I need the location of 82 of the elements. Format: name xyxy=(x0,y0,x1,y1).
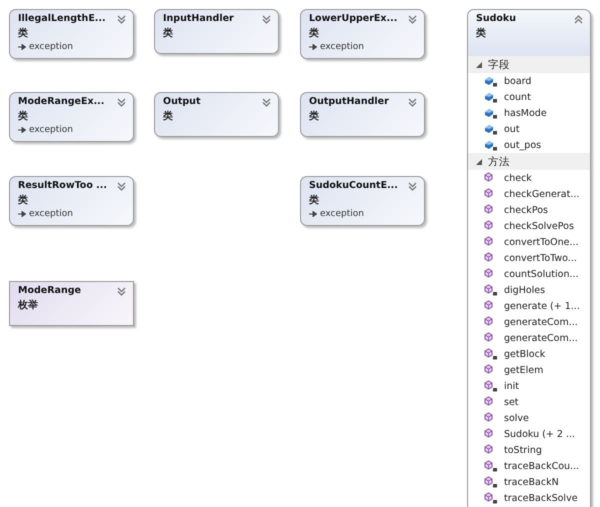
member-name[interactable]: check xyxy=(504,172,532,184)
class-name: LowerUpperEx... xyxy=(309,13,398,24)
type-label: 类 xyxy=(163,26,174,40)
inheritance-arrow-icon xyxy=(18,44,26,50)
base-class-label: exception xyxy=(29,42,73,52)
class-name: Sudoku xyxy=(476,13,516,24)
inheritance-arrow-icon xyxy=(309,211,317,217)
member-name[interactable]: generateCom... xyxy=(504,332,578,344)
class-shape[interactable]: Output 类 xyxy=(154,92,279,137)
type-label: 类 xyxy=(18,26,29,40)
member-name[interactable]: traceBackSolve xyxy=(504,492,578,504)
class-shape[interactable]: ResultRowToo ... 类 exception xyxy=(9,176,134,226)
inheritance-arrow-icon xyxy=(18,127,26,133)
member-name[interactable]: checkSolvePos xyxy=(504,220,574,232)
section-title: 方法 xyxy=(488,154,510,168)
class-shape[interactable]: SudokuCountE... 类 exception xyxy=(300,176,425,226)
base-class-label: exception xyxy=(320,42,364,52)
member-name[interactable]: Sudoku (+ 2 ... xyxy=(504,428,575,440)
member-name[interactable]: countSolution... xyxy=(504,268,579,280)
chevron-icon[interactable] xyxy=(262,98,271,107)
inheritance-arrow-icon xyxy=(309,44,317,50)
class-shape[interactable] xyxy=(467,9,591,507)
expand-triangle-icon[interactable] xyxy=(476,158,482,164)
class-shape[interactable]: InputHandler 类 xyxy=(154,9,279,54)
chevron-icon[interactable] xyxy=(408,98,417,107)
member-name[interactable]: toString xyxy=(504,444,542,456)
class-name: IllegalLengthE... xyxy=(18,13,106,24)
class-name: OutputHandler xyxy=(309,96,389,107)
base-class-label: exception xyxy=(29,125,73,135)
member-name[interactable]: checkGenerat... xyxy=(504,188,580,200)
section-header[interactable]: 方法 xyxy=(468,153,590,170)
class-name: Output xyxy=(163,96,200,107)
class-shape[interactable]: LowerUpperEx... 类 exception xyxy=(300,9,425,59)
base-class-label: exception xyxy=(29,209,73,219)
chevron-icon[interactable] xyxy=(117,98,126,107)
base-class-label: exception xyxy=(320,209,364,219)
type-label: 类 xyxy=(309,26,320,40)
member-name[interactable]: traceBackCou... xyxy=(504,460,580,472)
member-name[interactable]: out xyxy=(504,124,520,134)
member-name[interactable]: digHoles xyxy=(504,284,546,296)
type-label: 类 xyxy=(309,110,320,123)
type-label: 类 xyxy=(476,26,487,40)
member-name[interactable]: generateCom... xyxy=(504,316,578,328)
member-name[interactable]: checkPos xyxy=(504,204,548,216)
class-shape[interactable]: IllegalLengthE... 类 exception xyxy=(9,9,134,59)
member-name[interactable]: getElem xyxy=(504,364,544,376)
member-name[interactable]: generate (+ 1... xyxy=(504,300,580,312)
member-name[interactable]: convertToTwo... xyxy=(504,252,577,264)
section-title: 字段 xyxy=(488,58,510,72)
chevron-icon[interactable] xyxy=(262,15,271,24)
chevron-icon[interactable] xyxy=(117,15,126,24)
enum-shape[interactable]: ModeRange 枚举 xyxy=(9,281,134,326)
member-name[interactable]: out_pos xyxy=(504,140,542,150)
member-name[interactable]: set xyxy=(504,396,519,408)
class-name: InputHandler xyxy=(163,13,234,24)
member-name[interactable]: hasMode xyxy=(504,108,547,118)
member-name[interactable]: board xyxy=(504,76,532,86)
chevron-icon[interactable] xyxy=(117,287,126,296)
chevron-icon[interactable] xyxy=(574,15,583,24)
chevron-icon[interactable] xyxy=(408,15,417,24)
class-name: ResultRowToo ... xyxy=(18,180,107,191)
class-name: ModeRangeEx... xyxy=(18,96,104,107)
member-name[interactable]: count xyxy=(504,92,531,102)
section-header[interactable]: 字段 xyxy=(468,56,590,73)
chevron-icon[interactable] xyxy=(408,182,417,191)
type-label: 类 xyxy=(309,194,320,207)
type-label: 类 xyxy=(18,110,29,123)
type-label: 枚举 xyxy=(18,298,39,312)
expand-triangle-icon[interactable] xyxy=(476,62,482,68)
type-label: 类 xyxy=(163,110,174,123)
member-name[interactable]: init xyxy=(504,380,520,392)
class-shape[interactable]: OutputHandler 类 xyxy=(300,92,425,137)
class-shape[interactable]: ModeRangeEx... 类 exception xyxy=(9,92,134,142)
class-name: ModeRange xyxy=(18,285,81,296)
member-name[interactable]: convertToOne... xyxy=(504,236,579,248)
inheritance-arrow-icon xyxy=(18,211,26,217)
member-name[interactable]: traceBackN xyxy=(504,476,559,488)
member-name[interactable]: solve xyxy=(504,412,529,424)
member-name[interactable]: getBlock xyxy=(504,348,546,360)
class-name: SudokuCountE... xyxy=(309,180,398,191)
chevron-icon[interactable] xyxy=(117,182,126,191)
type-label: 类 xyxy=(18,194,29,207)
